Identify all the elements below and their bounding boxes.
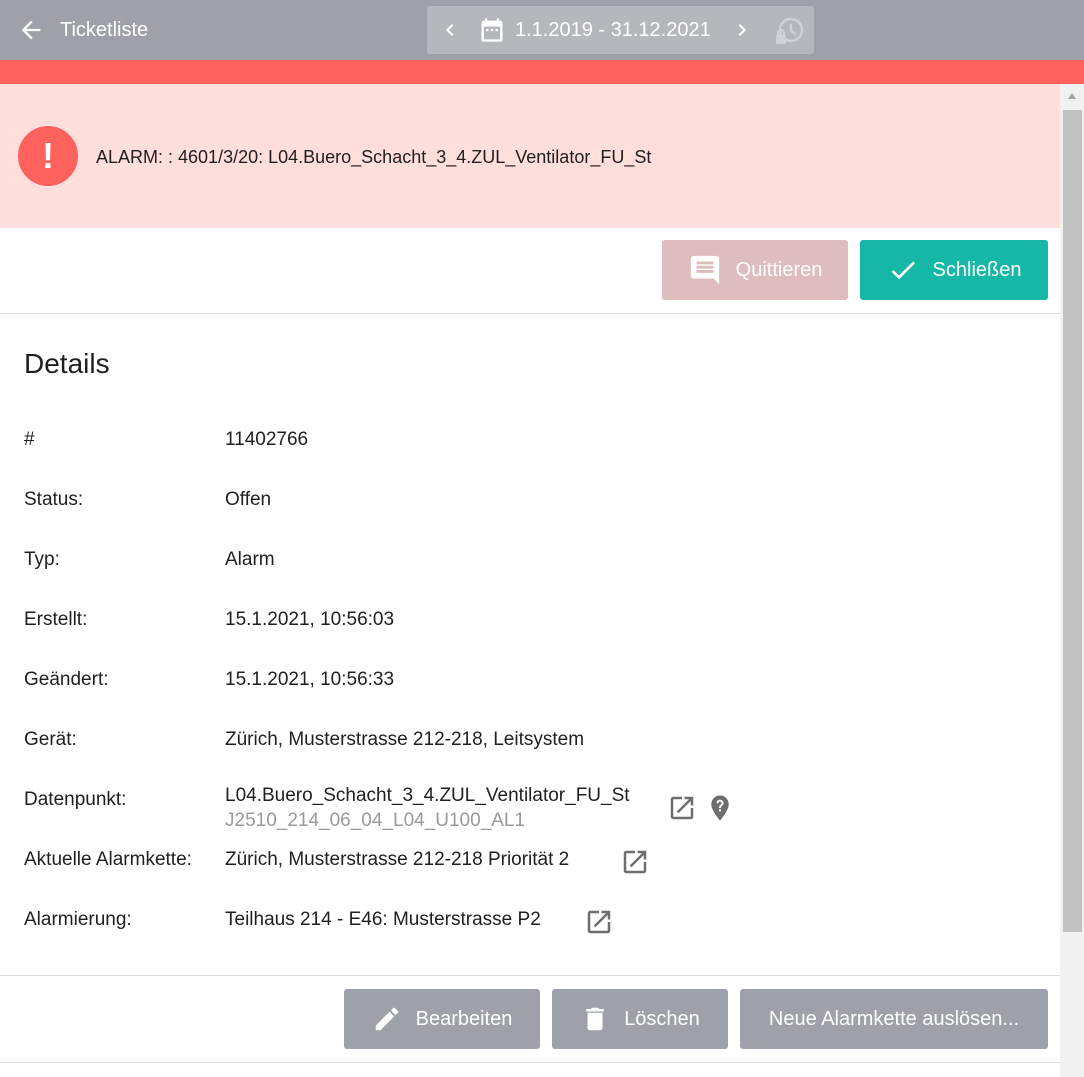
calendar-icon xyxy=(481,18,503,42)
detail-value-erstellt: 15.1.2021, 10:56:03 xyxy=(225,609,395,630)
detail-value-alarmkette: Zürich, Musterstrasse 212-218 Priorität … xyxy=(225,849,570,870)
detail-label-alarmierung: Alarmierung: xyxy=(24,909,132,930)
loeschen-button[interactable]: Löschen xyxy=(552,989,728,1049)
datenpunkt-open-button[interactable] xyxy=(666,792,698,824)
detail-value-status: Offen xyxy=(225,489,272,510)
loeschen-label: Löschen xyxy=(624,1007,700,1030)
date-prev-button[interactable] xyxy=(437,16,463,44)
detail-label-id: # xyxy=(24,429,35,450)
date-range-selector: 1.1.2019 - 31.12.2021 xyxy=(427,6,814,54)
bottom-action-bar: Bearbeiten Löschen Neue Alarmkette auslö… xyxy=(0,975,1060,1063)
detail-label-status: Status: xyxy=(24,489,84,510)
detail-label-geraet: Gerät: xyxy=(24,729,77,750)
ticket-detail-content[interactable]: ! ALARM: : 4601/3/20: L04.Buero_Schacht_… xyxy=(0,84,1060,1077)
history-icon xyxy=(776,17,804,44)
alarmkette-open-button[interactable] xyxy=(619,846,651,878)
comment-icon xyxy=(690,255,719,285)
chevron-right-icon xyxy=(738,24,746,36)
alarm-banner: ! ALARM: : 4601/3/20: L04.Buero_Schacht_… xyxy=(0,84,1060,228)
scroll-up-button[interactable] xyxy=(1060,84,1084,108)
scrollbar-thumb[interactable] xyxy=(1063,110,1082,932)
bearbeiten-label: Bearbeiten xyxy=(415,1007,513,1030)
detail-label-alarmkette: Aktuelle Alarmkette: xyxy=(24,849,192,870)
quittieren-label: Quittieren xyxy=(735,258,823,281)
detail-label-datenpunkt: Datenpunkt: xyxy=(24,789,127,810)
chevron-left-icon xyxy=(446,24,454,36)
quittieren-button[interactable]: Quittieren xyxy=(662,240,848,300)
detail-label-typ: Typ: xyxy=(24,549,60,570)
detail-label-geaendert: Geändert: xyxy=(24,669,109,690)
detail-value-datenpunkt: L04.Buero_Schacht_3_4.ZUL_Ventilator_FU_… xyxy=(225,785,630,806)
trash-icon xyxy=(586,1007,604,1031)
exclamation-icon: ! xyxy=(42,135,54,176)
alarm-message: ALARM: : 4601/3/20: L04.Buero_Schacht_3_… xyxy=(96,147,652,167)
neue-alarmkette-button[interactable]: Neue Alarmkette auslösen... xyxy=(740,989,1048,1049)
open-in-new-icon xyxy=(670,796,694,820)
date-next-button[interactable] xyxy=(729,16,755,44)
open-in-new-icon xyxy=(623,850,647,874)
arrow-left-icon xyxy=(21,20,41,40)
detail-sub-datenpunkt: J2510_214_06_04_L04_U100_AL1 xyxy=(225,810,526,831)
alarm-badge: ! xyxy=(18,126,78,186)
detail-value-typ: Alarm xyxy=(225,549,275,570)
alarmierung-open-button[interactable] xyxy=(583,906,615,938)
detail-label-erstellt: Erstellt: xyxy=(24,609,88,630)
neue-alarmkette-label: Neue Alarmkette auslösen... xyxy=(768,1007,1020,1030)
top-bar: Ticketliste 1.1.2019 - 31.12.2021 xyxy=(0,0,1084,60)
pencil-icon xyxy=(375,1007,398,1031)
history-button[interactable] xyxy=(771,14,807,48)
calendar-button[interactable] xyxy=(477,15,507,45)
back-label[interactable]: Ticketliste xyxy=(60,18,148,42)
date-range-text[interactable]: 1.1.2019 - 31.12.2021 xyxy=(515,18,711,42)
detail-value-geraet: Zürich, Musterstrasse 212-218, Leitsyste… xyxy=(225,729,585,750)
details-heading: Details xyxy=(24,348,110,379)
open-in-new-icon xyxy=(587,910,611,934)
bearbeiten-button[interactable]: Bearbeiten xyxy=(344,989,540,1049)
schliessen-label: Schließen xyxy=(932,258,1022,281)
ticket-action-bar: Quittieren Schließen xyxy=(0,228,1060,314)
schliessen-button[interactable]: Schließen xyxy=(860,240,1048,300)
detail-value-id: 11402766 xyxy=(225,429,309,450)
back-button[interactable] xyxy=(16,14,46,46)
check-icon xyxy=(891,261,915,280)
triangle-up-icon xyxy=(1068,93,1076,99)
alarm-strip xyxy=(0,60,1084,84)
detail-value-alarmierung: Teilhaus 214 - E46: Musterstrasse P2 xyxy=(225,909,541,930)
detail-value-geaendert: 15.1.2021, 10:56:33 xyxy=(225,669,395,690)
datenpunkt-location-button[interactable] xyxy=(704,792,736,824)
map-marker-question-icon xyxy=(711,795,729,821)
